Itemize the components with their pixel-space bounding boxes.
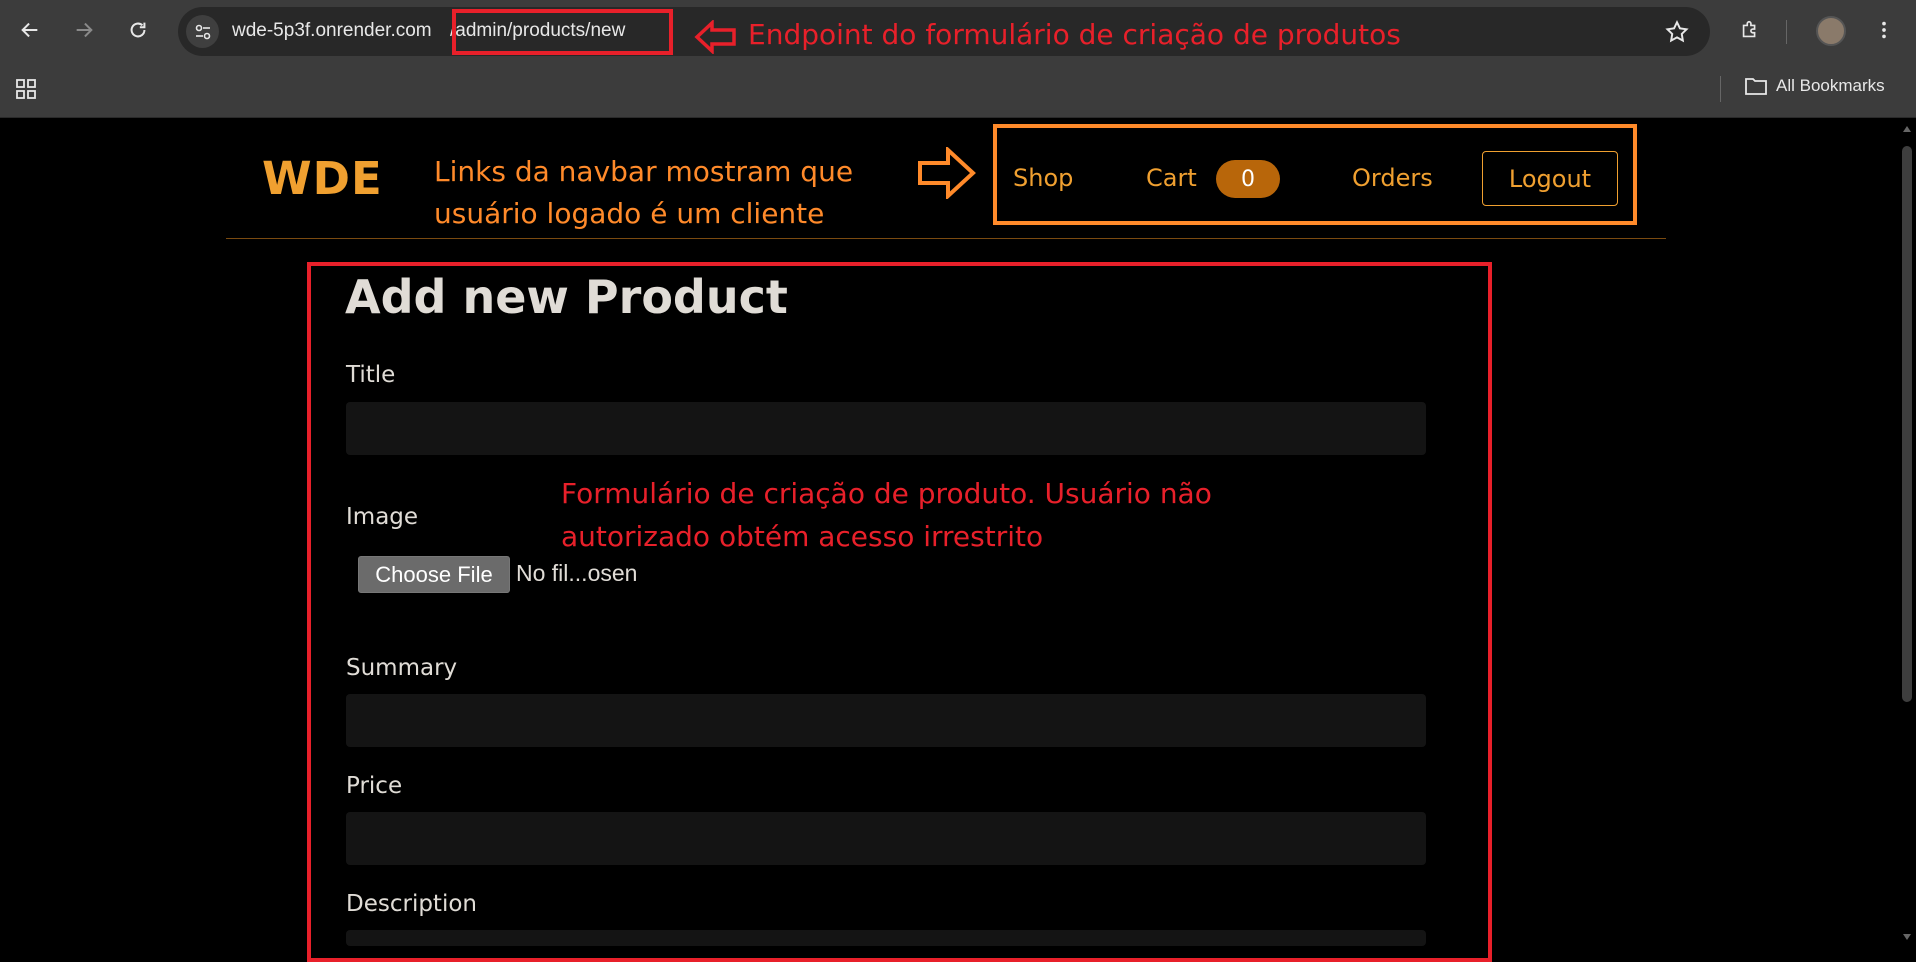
- arrow-right-annotation-icon: [918, 147, 976, 199]
- description-label: Description: [346, 891, 477, 917]
- summary-label: Summary: [346, 655, 458, 681]
- header-divider: [226, 238, 1666, 239]
- url-host: wde-5p3f.onrender.com: [232, 20, 432, 41]
- folder-icon: [1745, 78, 1767, 95]
- page-title: Add new Product: [345, 270, 788, 324]
- apps-grid-icon[interactable]: [14, 77, 38, 101]
- arrow-left-annotation-icon: [694, 20, 736, 54]
- site-logo[interactable]: WDE: [262, 152, 383, 205]
- description-input[interactable]: [346, 930, 1426, 946]
- cart-count-badge: 0: [1216, 160, 1280, 198]
- forward-icon[interactable]: [66, 12, 102, 48]
- summary-input[interactable]: [346, 694, 1426, 747]
- title-input[interactable]: [346, 402, 1426, 455]
- menu-icon[interactable]: [1866, 12, 1902, 48]
- navbar-annotation: Links da navbar mostram que usuário loga…: [434, 151, 853, 235]
- bookmarks-divider: [1720, 76, 1721, 102]
- all-bookmarks-label: All Bookmarks: [1776, 76, 1885, 95]
- navbar-annotation-line2: usuário logado é um cliente: [434, 197, 825, 230]
- reload-icon[interactable]: [120, 12, 156, 48]
- price-input[interactable]: [346, 812, 1426, 865]
- form-annotation: Formulário de criação de produto. Usuári…: [561, 472, 1212, 558]
- title-label: Title: [346, 362, 396, 388]
- nav-shop-link[interactable]: Shop: [1013, 164, 1073, 192]
- scroll-thumb[interactable]: [1902, 146, 1912, 702]
- bookmark-star-icon[interactable]: [1664, 19, 1690, 45]
- choose-file-button[interactable]: Choose File: [358, 556, 510, 593]
- site-info-icon[interactable]: [186, 15, 219, 48]
- extensions-icon[interactable]: [1732, 12, 1768, 48]
- form-annotation-line1: Formulário de criação de produto. Usuári…: [561, 477, 1212, 510]
- all-bookmarks[interactable]: All Bookmarks: [1744, 75, 1885, 97]
- scroll-up-icon[interactable]: [1902, 124, 1912, 134]
- profile-avatar[interactable]: [1816, 16, 1846, 46]
- logout-button[interactable]: Logout: [1482, 151, 1618, 206]
- back-icon[interactable]: [12, 12, 48, 48]
- bookmarks-bar: All Bookmarks: [0, 63, 1916, 118]
- file-status-text: No fil...osen: [516, 560, 638, 586]
- form-annotation-line2: autorizado obtém acesso irrestrito: [561, 520, 1044, 553]
- nav-orders-link[interactable]: Orders: [1352, 164, 1433, 192]
- price-label: Price: [346, 773, 403, 799]
- image-label: Image: [346, 504, 419, 530]
- url-highlight-box: [452, 9, 673, 55]
- scroll-down-icon[interactable]: [1902, 932, 1912, 942]
- navbar-annotation-line1: Links da navbar mostram que: [434, 155, 854, 188]
- page-scrollbar[interactable]: [1898, 120, 1916, 946]
- nav-cart-link[interactable]: Cart: [1146, 164, 1197, 192]
- endpoint-annotation: Endpoint do formulário de criação de pro…: [748, 18, 1401, 51]
- toolbar-divider: [1786, 20, 1787, 44]
